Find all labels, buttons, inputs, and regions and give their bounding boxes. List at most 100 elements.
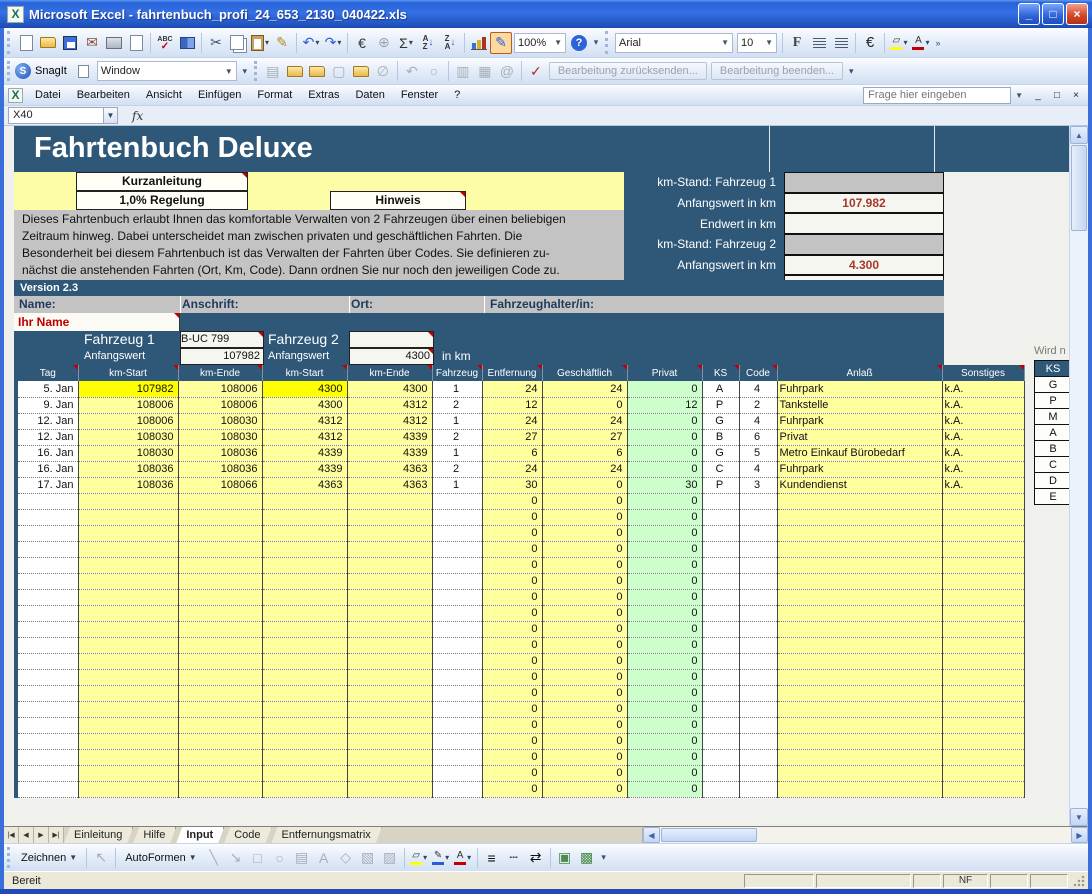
cell[interactable] xyxy=(262,765,347,781)
cell[interactable] xyxy=(942,749,1024,765)
clipart-icon[interactable]: ▧ xyxy=(357,847,379,869)
cell[interactable] xyxy=(178,765,262,781)
cell[interactable] xyxy=(16,589,78,605)
cell[interactable]: 4339 xyxy=(347,429,432,445)
cell[interactable] xyxy=(739,781,777,797)
cell[interactable]: 0 xyxy=(627,493,702,509)
review-new-icon[interactable]: ▤ xyxy=(262,60,284,82)
cell[interactable]: 12 xyxy=(482,397,542,413)
cell[interactable]: Fuhrpark xyxy=(777,381,942,397)
redo-icon[interactable]: ↷▾ xyxy=(322,32,344,54)
line-style-icon[interactable]: ≡ xyxy=(481,847,503,869)
cell[interactable]: 0 xyxy=(482,701,542,717)
cell[interactable] xyxy=(942,733,1024,749)
cell[interactable] xyxy=(777,701,942,717)
workbook-close-button[interactable]: × xyxy=(1068,88,1084,103)
cell[interactable]: 4300 xyxy=(262,397,347,413)
cell[interactable] xyxy=(777,621,942,637)
cell[interactable]: 0 xyxy=(627,701,702,717)
cell[interactable] xyxy=(178,605,262,621)
km-stand-value-cell[interactable]: 107.982 xyxy=(784,193,944,214)
column-header-kmstart[interactable]: km-Start xyxy=(78,365,178,381)
line-color-button[interactable]: ✎▾ xyxy=(430,847,452,869)
cell[interactable]: G xyxy=(702,445,739,461)
cell[interactable]: 4339 xyxy=(262,445,347,461)
cell[interactable]: 108030 xyxy=(78,445,178,461)
cell[interactable] xyxy=(16,701,78,717)
cell[interactable] xyxy=(347,573,432,589)
cell[interactable]: k.A. xyxy=(942,477,1024,493)
cell[interactable] xyxy=(942,653,1024,669)
cell[interactable] xyxy=(739,493,777,509)
cell[interactable] xyxy=(702,557,739,573)
cell[interactable] xyxy=(942,669,1024,685)
sheet-tab-entfernungsmatrix[interactable]: Entfernungsmatrix xyxy=(272,827,382,843)
maximize-button[interactable]: □ xyxy=(1042,3,1064,25)
cell[interactable] xyxy=(702,589,739,605)
cell[interactable]: 0 xyxy=(627,621,702,637)
cell[interactable]: 0 xyxy=(542,605,627,621)
cell[interactable] xyxy=(432,717,482,733)
cell[interactable] xyxy=(16,669,78,685)
cell[interactable] xyxy=(347,765,432,781)
cell[interactable] xyxy=(178,685,262,701)
cell[interactable]: 4 xyxy=(739,413,777,429)
next-sheet-icon[interactable]: ▶ xyxy=(34,827,49,843)
select-pointer-icon[interactable]: ↖ xyxy=(90,847,112,869)
cell[interactable]: 0 xyxy=(482,621,542,637)
cell[interactable] xyxy=(739,749,777,765)
cell[interactable] xyxy=(16,685,78,701)
cell[interactable] xyxy=(16,749,78,765)
cell[interactable]: 108036 xyxy=(78,461,178,477)
kurzanleitung-link[interactable]: Kurzanleitung xyxy=(76,172,248,191)
review-checklist-icon[interactable]: ▥ xyxy=(452,60,474,82)
cell[interactable]: 0 xyxy=(627,461,702,477)
cell[interactable] xyxy=(702,701,739,717)
cell[interactable] xyxy=(178,589,262,605)
hinweis-link[interactable]: Hinweis xyxy=(330,191,466,210)
cell[interactable]: 24 xyxy=(482,381,542,397)
cell[interactable] xyxy=(432,669,482,685)
cell[interactable]: 0 xyxy=(482,669,542,685)
cell[interactable] xyxy=(78,589,178,605)
cell[interactable] xyxy=(347,557,432,573)
menu-item-einfgen[interactable]: Einfügen xyxy=(190,87,249,103)
cell[interactable]: 4 xyxy=(739,381,777,397)
cell[interactable] xyxy=(739,589,777,605)
cell[interactable]: 6 xyxy=(482,445,542,461)
cell[interactable]: 24 xyxy=(482,413,542,429)
ks-code-cell[interactable]: G xyxy=(1034,377,1072,393)
cell[interactable]: 5. Jan xyxy=(16,381,78,397)
cell[interactable]: 12. Jan xyxy=(16,429,78,445)
cell[interactable]: 0 xyxy=(627,637,702,653)
cell[interactable]: 12 xyxy=(627,397,702,413)
menu-item-format[interactable]: Format xyxy=(249,87,300,103)
fahrzeug1-plate-cell[interactable]: B-UC 799 xyxy=(180,331,264,348)
cell[interactable] xyxy=(432,749,482,765)
cell[interactable]: 0 xyxy=(542,573,627,589)
review-delete-icon[interactable]: ∅ xyxy=(372,60,394,82)
cell[interactable]: C xyxy=(702,461,739,477)
cell[interactable] xyxy=(432,637,482,653)
cell[interactable]: 0 xyxy=(627,413,702,429)
autosum-icon[interactable]: Σ▾ xyxy=(395,32,417,54)
cell[interactable]: 30 xyxy=(627,477,702,493)
cell[interactable]: P xyxy=(702,397,739,413)
cell[interactable] xyxy=(347,701,432,717)
cell[interactable]: 0 xyxy=(627,669,702,685)
toolbar-grip[interactable] xyxy=(254,61,259,82)
close-button[interactable]: × xyxy=(1066,3,1088,25)
ks-code-cell[interactable]: A xyxy=(1034,425,1072,441)
cell[interactable]: 0 xyxy=(627,733,702,749)
fahrzeug1-start-cell[interactable]: 107982 xyxy=(180,348,264,365)
cell[interactable] xyxy=(262,701,347,717)
cell[interactable] xyxy=(78,621,178,637)
toolbar-grip[interactable] xyxy=(7,847,12,869)
email-icon[interactable]: ✉ xyxy=(81,32,103,54)
threed-style-icon[interactable]: ▩ xyxy=(576,847,598,869)
cell[interactable] xyxy=(702,685,739,701)
toolbar-options-chevron[interactable]: ▾ xyxy=(590,28,602,57)
cell[interactable] xyxy=(777,509,942,525)
cell[interactable] xyxy=(16,637,78,653)
cell[interactable] xyxy=(942,573,1024,589)
